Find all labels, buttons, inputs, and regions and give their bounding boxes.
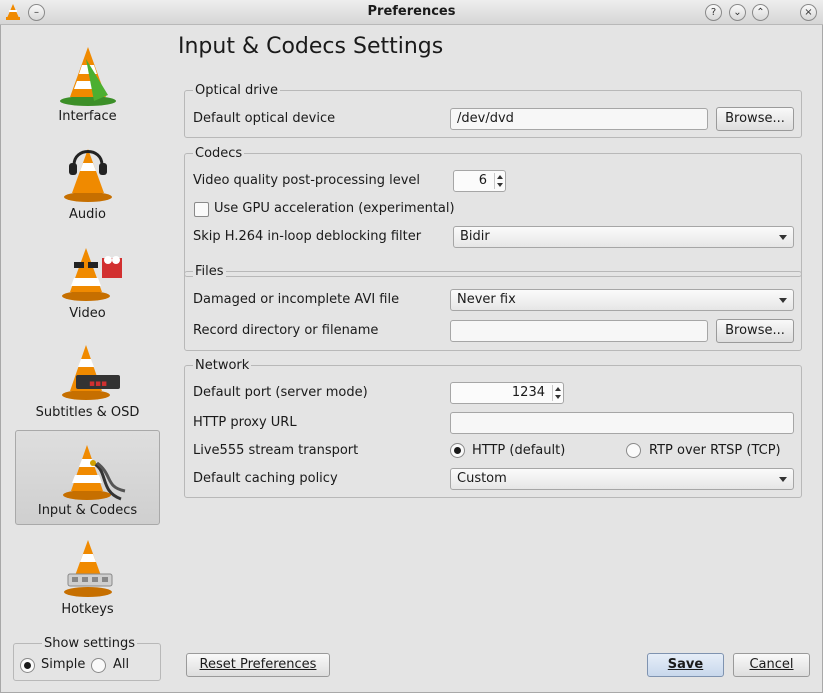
sidebar-item-label: Interface	[58, 109, 117, 124]
spin-separator	[494, 173, 495, 189]
save-button[interactable]: Save	[647, 653, 724, 677]
spin-down-icon[interactable]	[555, 395, 561, 399]
caching-policy-label: Default caching policy	[193, 471, 338, 486]
default-port-spinbox[interactable]: 1234	[450, 382, 564, 404]
window-title: Preferences	[367, 4, 456, 19]
record-browse-button[interactable]: Browse...	[716, 319, 794, 343]
optical-drive-group: Optical drive Default optical device /de…	[184, 83, 802, 138]
hotkeys-cone-icon	[64, 540, 113, 597]
optical-drive-legend: Optical drive	[193, 83, 280, 98]
transport-http-label[interactable]: HTTP (default)	[472, 443, 565, 458]
input-codecs-cone-icon	[63, 445, 126, 501]
reset-preferences-label: Reset Preferences	[199, 657, 317, 672]
codecs-group: Codecs Video quality post-processing lev…	[184, 146, 802, 277]
damaged-avi-dropdown[interactable]: Never fix	[450, 289, 794, 311]
network-legend: Network	[193, 358, 252, 373]
page-title: Input & Codecs Settings	[178, 34, 444, 59]
interface-cone-icon	[60, 47, 116, 106]
video-cone-icon	[62, 248, 122, 301]
files-legend: Files	[193, 264, 226, 279]
gpu-acceleration-checkbox[interactable]	[194, 202, 209, 217]
sidebar-item-label: Subtitles & OSD	[35, 405, 140, 420]
post-processing-spinbox[interactable]: 6	[453, 170, 506, 192]
sidebar-item-hotkeys[interactable]: Hotkeys	[15, 528, 160, 623]
sidebar-item-subtitles-osd[interactable]: ▪▪▪ Subtitles & OSD	[15, 331, 160, 426]
sidebar-item-video[interactable]: Video	[15, 232, 160, 327]
cancel-label: Cancel	[749, 657, 794, 672]
sidebar-item-audio[interactable]: Audio	[15, 133, 160, 228]
sidebar-item-interface[interactable]: Interface	[15, 35, 160, 130]
simple-label[interactable]: Simple	[41, 657, 85, 672]
simple-radio[interactable]	[20, 658, 35, 673]
sidebar-item-label: Video	[69, 306, 106, 321]
transport-rtp-label[interactable]: RTP over RTSP (TCP)	[649, 443, 781, 458]
default-optical-device-field[interactable]: /dev/dvd	[450, 108, 708, 130]
skip-h264-label: Skip H.264 in-loop deblocking filter	[193, 229, 422, 244]
chevron-down-icon	[779, 235, 787, 240]
default-port-value: 1234	[511, 385, 545, 400]
chevron-down-icon	[779, 477, 787, 482]
skip-h264-value: Bidir	[460, 229, 490, 244]
title-bar: – Preferences ? ⌄ ⌃ ×	[0, 0, 823, 25]
preferences-window: Interface Audio Video ▪▪▪ Subtitles & OS…	[0, 25, 823, 693]
audio-cone-icon	[64, 149, 112, 202]
subtitles-cone-icon: ▪▪▪	[62, 345, 120, 400]
minimize-icon[interactable]: ⌄	[729, 4, 746, 21]
spin-up-icon[interactable]	[497, 175, 503, 179]
record-directory-field[interactable]	[450, 320, 708, 342]
post-processing-label: Video quality post-processing level	[193, 173, 421, 188]
damaged-avi-value: Never fix	[457, 292, 516, 307]
http-proxy-label: HTTP proxy URL	[193, 415, 297, 430]
svg-text:▪▪▪: ▪▪▪	[89, 379, 107, 389]
caching-policy-value: Custom	[457, 471, 507, 486]
sidebar-item-label: Hotkeys	[61, 602, 114, 617]
transport-rtp-radio[interactable]	[626, 443, 641, 458]
damaged-avi-label: Damaged or incomplete AVI file	[193, 292, 400, 307]
network-group: Network Default port (server mode) 1234 …	[184, 358, 802, 498]
chevron-down-icon	[779, 298, 787, 303]
http-proxy-field[interactable]	[450, 412, 794, 434]
spin-up-icon[interactable]	[555, 387, 561, 391]
all-label[interactable]: All	[113, 657, 129, 672]
maximize-icon[interactable]: ⌃	[752, 4, 769, 21]
all-radio[interactable]	[91, 658, 106, 673]
spin-down-icon[interactable]	[497, 183, 503, 187]
sidebar-item-input-codecs[interactable]: Input & Codecs	[15, 430, 160, 525]
cancel-button[interactable]: Cancel	[733, 653, 810, 677]
gpu-acceleration-label[interactable]: Use GPU acceleration (experimental)	[214, 201, 455, 216]
sidebar-item-label: Input & Codecs	[37, 503, 138, 518]
record-directory-label: Record directory or filename	[193, 323, 379, 338]
live555-transport-label: Live555 stream transport	[193, 443, 359, 458]
sidebar-item-label: Audio	[69, 207, 106, 222]
default-port-label: Default port (server mode)	[193, 385, 368, 400]
optical-browse-button[interactable]: Browse...	[716, 107, 794, 131]
show-settings-legend: Show settings	[42, 636, 138, 651]
skip-h264-dropdown[interactable]: Bidir	[453, 226, 794, 248]
transport-http-radio[interactable]	[450, 443, 465, 458]
codecs-legend: Codecs	[193, 146, 245, 161]
caching-policy-dropdown[interactable]: Custom	[450, 468, 794, 490]
save-label: Save	[667, 657, 704, 672]
spin-separator	[552, 385, 553, 401]
help-icon[interactable]: ?	[705, 4, 722, 21]
default-optical-device-label: Default optical device	[193, 111, 336, 126]
show-settings-group: Show settings Simple All	[13, 636, 161, 681]
reset-preferences-button[interactable]: Reset Preferences	[186, 653, 330, 677]
post-processing-value: 6	[478, 173, 487, 188]
close-icon[interactable]: ×	[800, 4, 817, 21]
files-group: Files Damaged or incomplete AVI file Nev…	[184, 264, 802, 351]
